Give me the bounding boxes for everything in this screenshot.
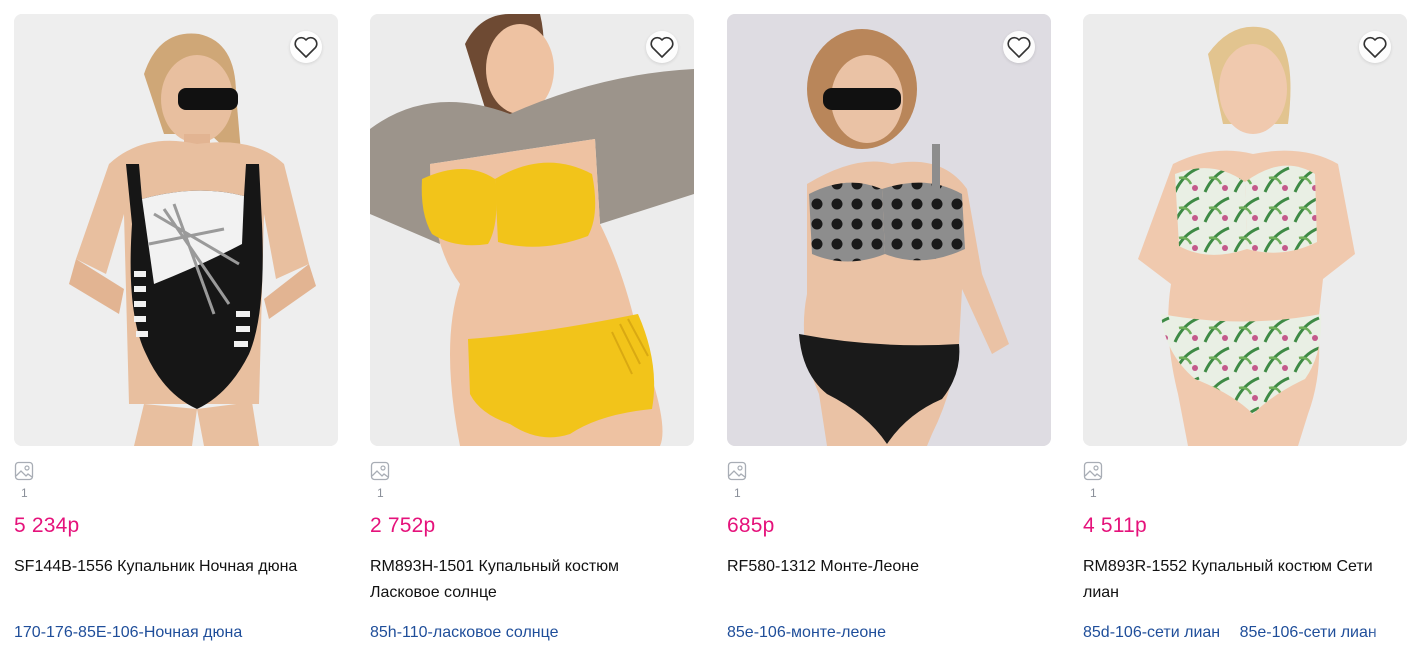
product-name[interactable]: SF144B-1556 Купальник Ночная дюна	[14, 554, 334, 580]
product-card[interactable]: 1 4 511р RM893R-1552 Купальный костюм Се…	[1083, 14, 1407, 655]
product-image	[1083, 14, 1407, 446]
variant-link[interactable]: 85e-106-сети лиан	[1240, 624, 1377, 641]
heart-outline-icon	[1363, 36, 1387, 58]
image-icon	[727, 461, 747, 481]
heart-outline-icon	[650, 36, 674, 58]
variant-list: 85d-106-сети лиан 85e-106-сети лиан	[1083, 624, 1392, 642]
image-icon	[1083, 461, 1103, 481]
variant-list: 85h-110-ласковое солнце	[370, 624, 574, 642]
product-price: 2 752р	[370, 514, 436, 537]
product-price: 4 511р	[1083, 514, 1147, 537]
overflow-fade	[1367, 620, 1407, 650]
product-photo[interactable]	[727, 14, 1051, 446]
product-card[interactable]: 1 2 752р RM893H-1501 Купальный костюм Ла…	[370, 14, 694, 655]
product-photo[interactable]	[1083, 14, 1407, 446]
product-image	[14, 14, 338, 446]
product-image	[370, 14, 694, 446]
media-count: 1	[1090, 486, 1097, 500]
media-count: 1	[734, 486, 741, 500]
product-price: 685р	[727, 514, 775, 537]
variant-link[interactable]: 85d-106-сети лиан	[1083, 624, 1220, 641]
product-photo[interactable]	[370, 14, 694, 446]
image-icon	[370, 461, 390, 481]
favorite-button[interactable]	[290, 31, 322, 63]
favorite-button[interactable]	[1359, 31, 1391, 63]
variant-list: 85e-106-монте-леоне	[727, 624, 901, 642]
product-price: 5 234р	[14, 514, 80, 537]
heart-outline-icon	[294, 36, 318, 58]
media-count: 1	[377, 486, 384, 500]
favorite-button[interactable]	[646, 31, 678, 63]
heart-outline-icon	[1007, 36, 1031, 58]
variant-link[interactable]: 85e-106-монте-леоне	[727, 624, 886, 641]
product-image	[727, 14, 1051, 446]
variant-link[interactable]: 170-176-85E-106-Ночная дюна	[14, 624, 242, 641]
product-card[interactable]: 1 685р RF580-1312 Монте-Леоне 85e-106-мо…	[727, 14, 1051, 655]
product-name[interactable]: RM893H-1501 Купальный костюм Ласковое со…	[370, 554, 690, 606]
image-icon	[14, 461, 34, 481]
product-name[interactable]: RM893R-1552 Купальный костюм Сети лиан	[1083, 554, 1403, 606]
product-photo[interactable]	[14, 14, 338, 446]
media-count: 1	[21, 486, 28, 500]
product-card[interactable]: 1 5 234р SF144B-1556 Купальник Ночная дю…	[14, 14, 338, 655]
variant-list: 170-176-85E-106-Ночная дюна	[14, 624, 257, 642]
product-name[interactable]: RF580-1312 Монте-Леоне	[727, 554, 1047, 580]
favorite-button[interactable]	[1003, 31, 1035, 63]
variant-link[interactable]: 85h-110-ласковое солнце	[370, 624, 559, 641]
